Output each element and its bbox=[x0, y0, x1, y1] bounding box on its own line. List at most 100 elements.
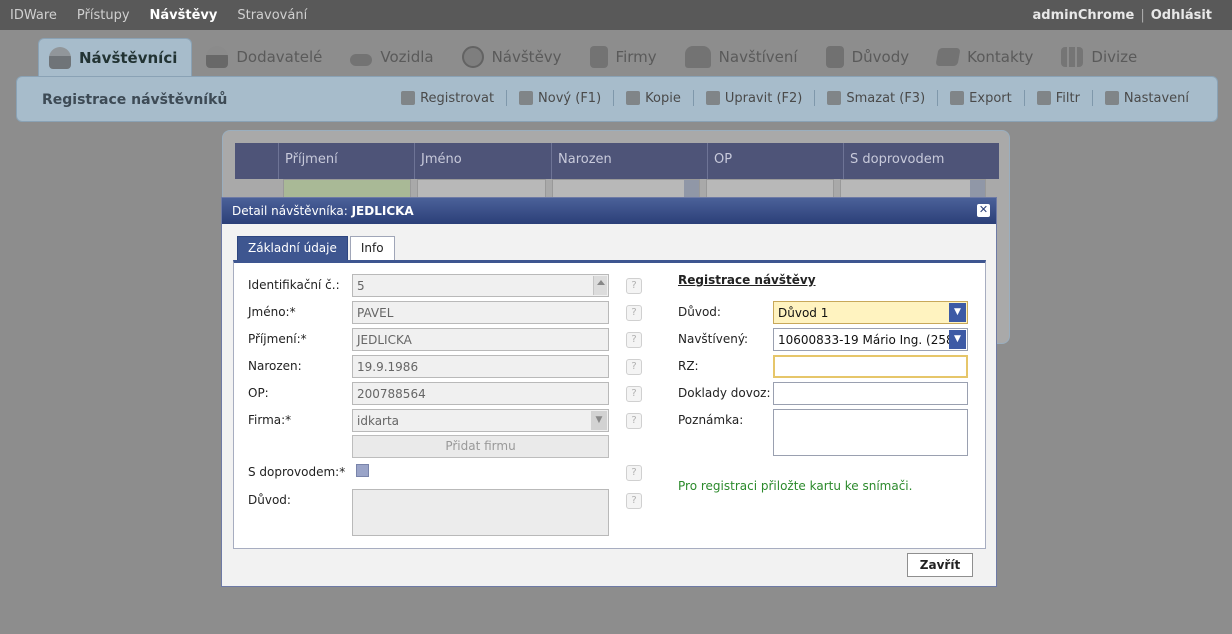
rz-input[interactable] bbox=[773, 355, 968, 378]
filter-narozen[interactable] bbox=[552, 179, 700, 199]
help-icon[interactable]: ? bbox=[626, 305, 642, 321]
new-button[interactable]: Nový (F1) bbox=[519, 91, 601, 106]
col-prijmeni[interactable]: Příjmení bbox=[279, 143, 415, 179]
tab-label: Návštěvníci bbox=[79, 48, 178, 67]
col-op[interactable]: OP bbox=[708, 143, 844, 179]
user-area: adminChrome | Odhlásit bbox=[1033, 8, 1212, 23]
delete-button[interactable]: Smazat (F3) bbox=[827, 91, 925, 106]
filter-jmeno[interactable] bbox=[417, 179, 546, 199]
filter-prijmeni[interactable] bbox=[283, 179, 411, 199]
dialog-title-prefix: Detail návštěvníka: bbox=[232, 204, 348, 218]
tab-vozidla[interactable]: Vozidla bbox=[340, 38, 447, 76]
toolbar-separator bbox=[613, 90, 615, 106]
document-icon bbox=[825, 46, 844, 68]
narozen-label: Narozen: bbox=[248, 359, 302, 373]
chevron-down-icon[interactable]: ▼ bbox=[949, 303, 966, 322]
tab-firmy[interactable]: Firmy bbox=[580, 38, 671, 76]
jmeno-label: Jméno:* bbox=[248, 305, 296, 319]
nav-idware[interactable]: IDWare bbox=[10, 8, 57, 23]
chevron-down-icon[interactable]: ▼ bbox=[949, 330, 966, 349]
doprovod-label: S doprovodem:* bbox=[248, 465, 346, 479]
poznamka-textarea[interactable] bbox=[773, 409, 968, 456]
help-icon[interactable]: ? bbox=[626, 386, 642, 402]
chevron-down-icon[interactable]: ▼ bbox=[591, 411, 607, 430]
tab-label: Dodavatelé bbox=[236, 48, 323, 66]
duvod-left-label: Důvod: bbox=[248, 493, 291, 507]
settings-button[interactable]: Nastavení bbox=[1104, 91, 1189, 106]
grid-filter-row bbox=[235, 179, 999, 199]
dialog-title: Detail návštěvníka: JEDLICKA ✕ bbox=[222, 198, 996, 224]
tab-dodavatele[interactable]: Dodavatelé bbox=[196, 38, 336, 76]
main-tabs: Návštěvníci Dodavatelé Vozidla Návštěvy … bbox=[38, 38, 1155, 76]
duvod-label: Důvod: bbox=[678, 305, 721, 319]
firma-label: Firma:* bbox=[248, 413, 292, 427]
op-field[interactable]: 200788564 bbox=[352, 382, 609, 405]
tab-divize[interactable]: Divize bbox=[1051, 38, 1151, 76]
building-icon bbox=[589, 46, 608, 68]
tab-navstevy[interactable]: Návštěvy bbox=[452, 38, 576, 76]
new-icon bbox=[519, 91, 534, 105]
identifikacni-value: 5 bbox=[357, 279, 365, 293]
duvod-textarea[interactable] bbox=[352, 489, 609, 536]
help-icon[interactable]: ? bbox=[626, 465, 642, 481]
prijmeni-field[interactable]: JEDLICKA bbox=[352, 328, 609, 351]
edit-icon bbox=[705, 91, 720, 105]
select-all-checkbox[interactable] bbox=[235, 143, 279, 179]
duvod-select[interactable]: Důvod 1 ▼ bbox=[773, 301, 968, 324]
export-button[interactable]: Export bbox=[950, 91, 1012, 106]
close-icon[interactable]: ✕ bbox=[977, 204, 990, 217]
toolbar-actions: Registrovat Nový (F1) Kopie Upravit (F2)… bbox=[401, 90, 1189, 106]
help-icon[interactable]: ? bbox=[626, 278, 642, 294]
register-button[interactable]: Registrovat bbox=[401, 91, 494, 106]
identifikacni-field[interactable]: 5 bbox=[352, 274, 609, 297]
export-icon bbox=[950, 91, 965, 105]
delete-label: Smazat (F3) bbox=[846, 90, 926, 106]
help-icon[interactable]: ? bbox=[626, 332, 642, 348]
tab-info[interactable]: Info bbox=[349, 236, 395, 260]
nav-navstevy[interactable]: Návštěvy bbox=[150, 8, 218, 23]
edit-button[interactable]: Upravit (F2) bbox=[705, 91, 802, 106]
doklady-input[interactable] bbox=[773, 382, 968, 405]
add-company-button[interactable]: Přidat firmu bbox=[352, 435, 609, 458]
help-icon[interactable]: ? bbox=[626, 413, 642, 429]
nav-pristupy[interactable]: Přístupy bbox=[77, 8, 130, 23]
tab-label: Vozidla bbox=[380, 48, 434, 66]
duvod-value: Důvod 1 bbox=[778, 306, 829, 320]
person-icon bbox=[49, 46, 71, 69]
copy-button[interactable]: Kopie bbox=[626, 91, 681, 106]
tab-kontakty[interactable]: Kontakty bbox=[927, 38, 1047, 76]
jmeno-field[interactable]: PAVEL bbox=[352, 301, 609, 324]
filter-s-doprovodem[interactable] bbox=[840, 179, 986, 199]
card-reader-hint: Pro registraci přiložte kartu ke snímači… bbox=[678, 479, 913, 493]
person-icon bbox=[206, 46, 229, 68]
col-jmeno[interactable]: Jméno bbox=[415, 143, 552, 179]
page-title: Registrace návštěvníků bbox=[42, 92, 228, 108]
username: adminChrome bbox=[1032, 8, 1135, 23]
op-label: OP: bbox=[248, 386, 269, 400]
col-s-doprovodem[interactable]: S doprovodem bbox=[844, 143, 999, 179]
help-icon[interactable]: ? bbox=[626, 493, 642, 509]
navstiveny-select[interactable]: 10600833-19 Mário Ing. (2586 ▼ bbox=[773, 328, 968, 351]
top-bar: IDWare Přístupy Návštěvy Stravování admi… bbox=[0, 0, 1232, 30]
narozen-field[interactable]: 19.9.1986 bbox=[352, 355, 609, 378]
close-dialog-button[interactable]: Zavřít bbox=[907, 553, 973, 577]
tab-navstevnici[interactable]: Návštěvníci bbox=[38, 38, 193, 76]
doprovod-checkbox[interactable] bbox=[356, 464, 369, 477]
logout-link[interactable]: Odhlásit bbox=[1151, 8, 1212, 23]
tab-navstiveni[interactable]: Navštívení bbox=[675, 38, 812, 76]
filter-button[interactable]: Filtr bbox=[1036, 91, 1080, 106]
tab-label: Divize bbox=[1091, 48, 1138, 66]
new-label: Nový (F1) bbox=[538, 90, 602, 106]
firma-select[interactable]: idkarta ▼ bbox=[352, 409, 609, 432]
firma-value: idkarta bbox=[357, 414, 400, 428]
spinner-icon[interactable] bbox=[593, 276, 607, 295]
filter-op[interactable] bbox=[706, 179, 834, 199]
help-icon[interactable]: ? bbox=[626, 359, 642, 375]
nav-stravovani[interactable]: Stravování bbox=[237, 8, 307, 23]
doklady-label: Doklady dovoz: bbox=[678, 386, 771, 400]
tab-zakladni-udaje[interactable]: Základní údaje bbox=[237, 236, 348, 260]
navstiveny-value: 10600833-19 Mário Ing. (2586 bbox=[778, 333, 962, 347]
tab-duvody[interactable]: Důvody bbox=[816, 38, 924, 76]
copy-icon bbox=[626, 91, 641, 105]
col-narozen[interactable]: Narozen bbox=[552, 143, 708, 179]
